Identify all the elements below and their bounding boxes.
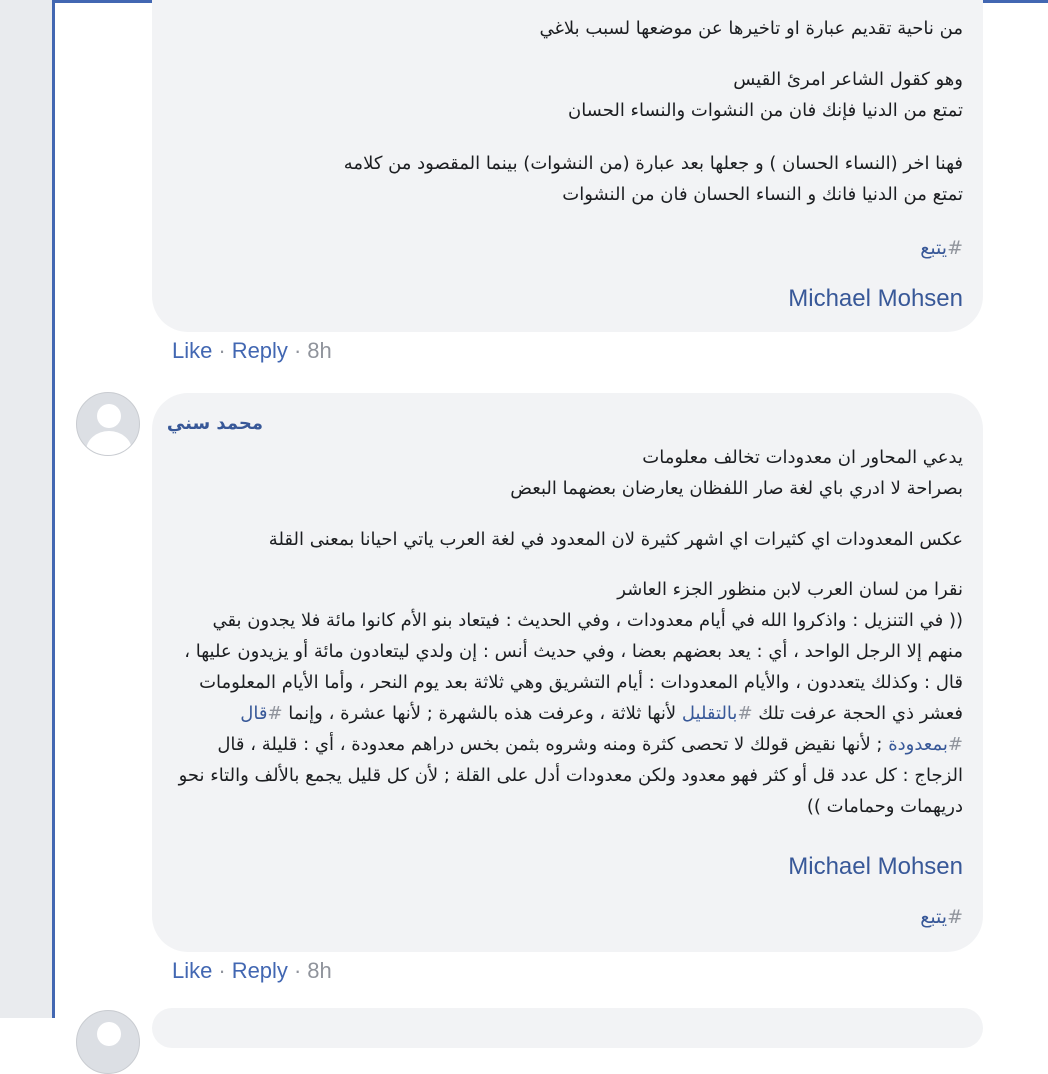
comment-1-paragraph-2: وهو كقول الشاعر امرئ القيس تمتع من الدني…: [567, 69, 963, 121]
quote-text-part-3: ; لأنها نقيض قولك لا تحصى كثرة ومنه وشرو…: [178, 734, 963, 817]
quote-text-part-2: لأنها ثلاثة ، وعرفت هذه بالشهرة ; لأنها …: [282, 703, 682, 724]
hashtag-link[interactable]: #يتبع: [920, 237, 963, 259]
hashtag-text: يتبع: [920, 906, 948, 928]
hash-symbol: #: [947, 906, 963, 928]
default-user-avatar-icon[interactable]: [76, 392, 140, 456]
comment-1-actions: Like · Reply · 8h: [172, 338, 332, 364]
comment-bubble-2: محمد سني يدعي المحاور ان معدودات تخالف م…: [152, 393, 983, 952]
comment-1-paragraph-3: فهنا اخر (النساء الحسان ) و جعلها بعد عب…: [343, 153, 963, 205]
like-button[interactable]: Like: [172, 338, 212, 363]
mention-link[interactable]: Michael Mohsen: [788, 853, 963, 881]
timestamp[interactable]: 8h: [307, 958, 331, 983]
comment-bubble-3: [152, 1008, 983, 1048]
separator-dot: ·: [218, 338, 226, 363]
comment-1-paragraph-1: من ناحية تقديم عبارة او تاخيرها عن موضعه…: [539, 18, 963, 39]
avatar-head-shape: [97, 404, 121, 428]
comment-author-name[interactable]: محمد سني: [167, 413, 263, 434]
timestamp[interactable]: 8h: [307, 338, 331, 363]
comment-2-paragraph-3-intro: نقرا من لسان العرب لابن منظور الجزء العا…: [617, 579, 963, 600]
comment-2-quote: (( في التنزيل : واذكروا الله في أيام معد…: [173, 605, 963, 822]
comment-2-paragraph-1: يدعي المحاور ان معدودات تخالف معلومات بص…: [510, 447, 963, 499]
default-user-avatar-icon[interactable]: [76, 1010, 140, 1074]
avatar-head-shape: [97, 1022, 121, 1046]
hashtag-bitaqlil-link[interactable]: #بالتقليل: [682, 703, 753, 724]
comment-2-paragraph-2: عكس المعدودات اي كثيرات اي اشهر كثيرة لا…: [268, 529, 963, 550]
hashtag-qal-link[interactable]: #قال: [240, 703, 282, 724]
left-gutter: [0, 0, 52, 1018]
left-frame-border: [52, 0, 55, 1018]
reply-button[interactable]: Reply: [232, 338, 288, 363]
comment-bubble-1: من ناحية تقديم عبارة او تاخيرها عن موضعه…: [152, 0, 983, 332]
avatar-torso-shape: [86, 431, 132, 455]
comment-2-actions: Like · Reply · 8h: [172, 958, 332, 984]
mention-link[interactable]: Michael Mohsen: [788, 285, 963, 313]
separator-dot: ·: [293, 958, 302, 983]
separator-dot: ·: [218, 958, 226, 983]
hash-symbol: #: [947, 237, 963, 259]
hashtag-link[interactable]: #يتبع: [920, 906, 963, 928]
separator-dot: ·: [293, 338, 302, 363]
reply-button[interactable]: Reply: [232, 958, 288, 983]
hashtag-text: يتبع: [920, 237, 948, 259]
like-button[interactable]: Like: [172, 958, 212, 983]
hashtag-bimadooda-link[interactable]: #بمعدودة: [888, 734, 963, 755]
